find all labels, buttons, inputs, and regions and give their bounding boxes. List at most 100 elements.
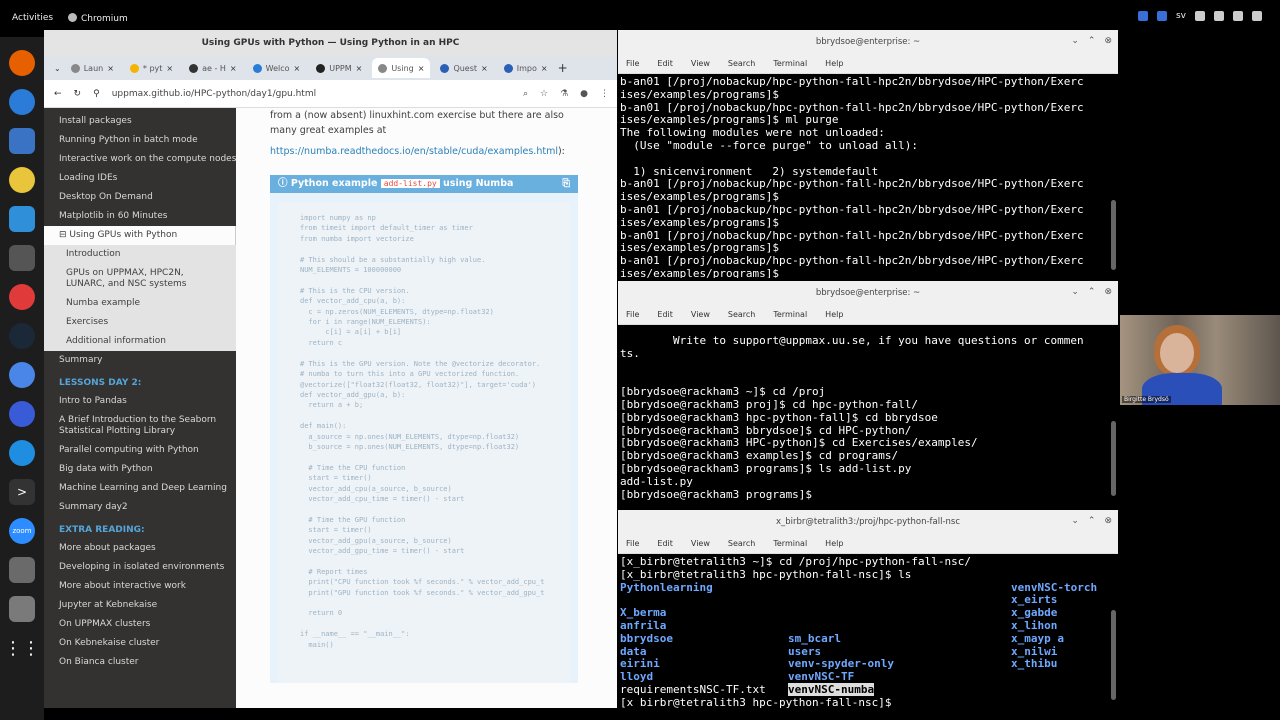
menu-help[interactable]: Help	[825, 310, 843, 319]
menu-edit[interactable]: Edit	[657, 310, 673, 319]
nav-sublink[interactable]: GPUs on UPPMAX, HPC2N, LUNARC, and NSC s…	[44, 264, 236, 294]
thunderbird-icon[interactable]	[9, 89, 35, 115]
nav-link[interactable]: A Brief Introduction to the Seaborn Stat…	[44, 411, 236, 441]
nav-sublink[interactable]: Additional information	[44, 332, 236, 351]
nav-link[interactable]: Jupyter at Kebnekaise	[44, 596, 236, 615]
nav-link[interactable]: Parallel computing with Python	[44, 441, 236, 460]
maximize-icon[interactable]: ⌃	[1088, 516, 1096, 526]
menu-search[interactable]: Search	[728, 539, 755, 548]
nav-link[interactable]: Install packages	[44, 112, 236, 131]
nav-sublink[interactable]: Exercises	[44, 313, 236, 332]
nav-link-current[interactable]: ⊟ Using GPUs with Python	[44, 226, 236, 245]
tab[interactable]: * pyt ×	[124, 58, 179, 78]
tab[interactable]: UPPM ×	[310, 58, 368, 78]
profile-icon[interactable]: ●	[580, 89, 588, 99]
steam-icon[interactable]	[9, 323, 35, 349]
menu-search[interactable]: Search	[728, 59, 755, 68]
terminal-output[interactable]: Write to support@uppmax.uu.se, if you ha…	[618, 325, 1118, 501]
tab[interactable]: Laun ×	[65, 58, 120, 78]
chromium-icon[interactable]	[9, 362, 35, 388]
menu-search[interactable]: Search	[728, 310, 755, 319]
terminal-scrollbar[interactable]	[1111, 421, 1116, 496]
extension-icon[interactable]: ⚗	[560, 89, 568, 99]
minimize-icon[interactable]: ⌄	[1071, 287, 1079, 297]
shield-icon[interactable]	[1195, 11, 1205, 21]
back-icon[interactable]: ←	[54, 89, 62, 99]
close-icon[interactable]: ⊗	[1104, 516, 1112, 526]
tab[interactable]: ae - H ×	[183, 58, 243, 78]
terminal-scrollbar[interactable]	[1111, 610, 1116, 700]
nav-link[interactable]: Summary	[44, 351, 236, 370]
ls-entry-selected[interactable]: venvNSC-numba	[788, 682, 875, 696]
tab-close-icon[interactable]: ×	[418, 64, 425, 73]
nav-link[interactable]: Developing in isolated environments	[44, 558, 236, 577]
nav-link[interactable]: Intro to Pandas	[44, 392, 236, 411]
terminal-scrollbar[interactable]	[1111, 200, 1116, 270]
tab[interactable]: Quest ×	[434, 58, 493, 78]
help-icon[interactable]	[9, 284, 35, 310]
maximize-icon[interactable]: ⌃	[1088, 36, 1096, 46]
menu-view[interactable]: View	[691, 539, 710, 548]
menu-terminal[interactable]: Terminal	[773, 310, 807, 319]
terminal-output[interactable]: [x_birbr@tetralith3 ~]$ cd /proj/hpc-pyt…	[618, 554, 1118, 582]
menu-terminal[interactable]: Terminal	[773, 59, 807, 68]
network-icon[interactable]	[1233, 11, 1243, 21]
activities-button[interactable]: Activities	[12, 13, 53, 23]
terminal-output[interactable]: b-an01 [/proj/nobackup/hpc-python-fall-h…	[618, 74, 1118, 278]
volume-icon[interactable]	[1214, 11, 1224, 21]
menu-icon[interactable]: ⋮	[600, 89, 609, 99]
zoom-icon[interactable]: ⌕	[523, 89, 528, 99]
tab-search-icon[interactable]: ⌄	[54, 64, 61, 73]
tab-close-icon[interactable]: ×	[166, 64, 173, 73]
maximize-icon[interactable]: ⌃	[1088, 287, 1096, 297]
nav-link[interactable]: Matplotlib in 60 Minutes	[44, 207, 236, 226]
nav-link[interactable]: More about packages	[44, 539, 236, 558]
tab-close-icon[interactable]: ×	[356, 64, 363, 73]
app-grid-icon[interactable]: ⋮⋮	[4, 635, 40, 661]
copy-icon[interactable]: ⎘	[562, 175, 570, 193]
nav-link[interactable]: On UPPMAX clusters	[44, 615, 236, 634]
tab-active[interactable]: Using ×	[372, 58, 431, 78]
tab[interactable]: Welco ×	[247, 58, 307, 78]
menu-terminal[interactable]: Terminal	[773, 539, 807, 548]
nav-link[interactable]: Desktop On Demand	[44, 188, 236, 207]
nav-link[interactable]: On Bianca cluster	[44, 653, 236, 672]
menu-file[interactable]: File	[626, 310, 639, 319]
menu-edit[interactable]: Edit	[657, 59, 673, 68]
nav-link[interactable]: Machine Learning and Deep Learning	[44, 479, 236, 498]
menu-help[interactable]: Help	[825, 59, 843, 68]
collapse-icon[interactable]: ⊟	[59, 230, 69, 240]
zoom-icon[interactable]: zoom	[9, 518, 35, 544]
terminal-icon[interactable]: >	[9, 479, 35, 505]
writer-icon[interactable]	[9, 128, 35, 154]
nav-link[interactable]: Running Python in batch mode	[44, 131, 236, 150]
power-icon[interactable]	[1252, 11, 1262, 21]
tab-close-icon[interactable]: ×	[541, 64, 548, 73]
screen-share-icon[interactable]	[1137, 11, 1148, 21]
app-menu[interactable]: Chromium	[68, 13, 128, 24]
tab-close-icon[interactable]: ×	[294, 64, 301, 73]
nav-sublink[interactable]: Numba example	[44, 294, 236, 313]
nav-link[interactable]: On Kebnekaise cluster	[44, 634, 236, 653]
reload-icon[interactable]: ↻	[74, 89, 82, 99]
nav-link[interactable]: Big data with Python	[44, 460, 236, 479]
tab-close-icon[interactable]: ×	[230, 64, 237, 73]
bookmark-star-icon[interactable]: ☆	[540, 89, 548, 99]
alert-icon[interactable]	[9, 245, 35, 271]
tab-close-icon[interactable]: ×	[481, 64, 488, 73]
menu-view[interactable]: View	[691, 59, 710, 68]
nav-link[interactable]: Loading IDEs	[44, 169, 236, 188]
close-icon[interactable]: ⊗	[1104, 287, 1112, 297]
menu-view[interactable]: View	[691, 310, 710, 319]
browser-icon[interactable]	[9, 440, 35, 466]
close-icon[interactable]: ⊗	[1104, 36, 1112, 46]
terminal-prompt[interactable]: [x_birbr@tetralith3 hpc-python-fall-nsc]…	[618, 696, 1118, 708]
document-icon[interactable]	[9, 206, 35, 232]
disk-icon[interactable]	[9, 557, 35, 583]
minimize-icon[interactable]: ⌄	[1071, 516, 1079, 526]
nav-sublink[interactable]: Introduction	[44, 245, 236, 264]
keyboard-layout[interactable]: sv	[1176, 11, 1186, 21]
menu-edit[interactable]: Edit	[657, 539, 673, 548]
tab[interactable]: Impo ×	[498, 58, 554, 78]
tab-close-icon[interactable]: ×	[107, 64, 114, 73]
